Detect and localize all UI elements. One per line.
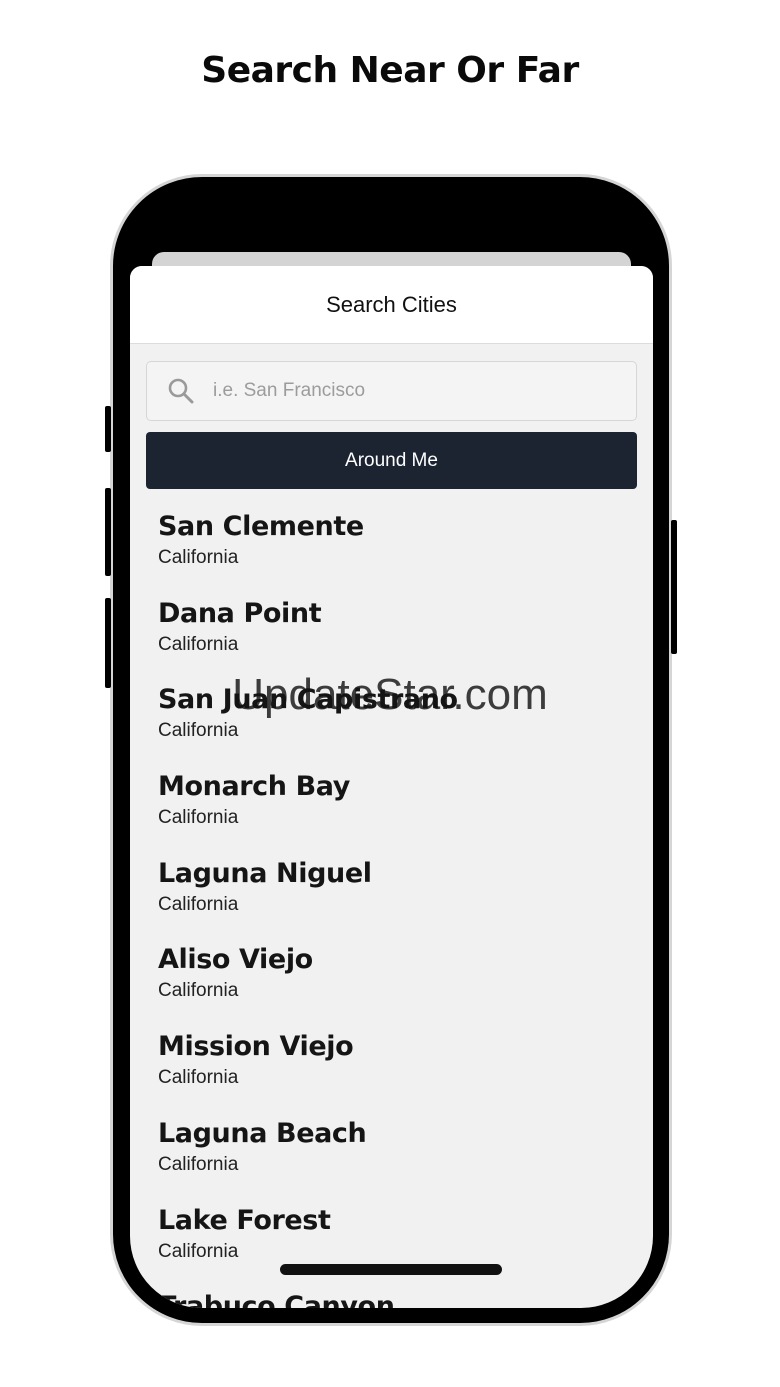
city-name: Laguna Beach bbox=[158, 1117, 367, 1149]
city-state: California bbox=[158, 720, 239, 742]
page-headline: Search Near Or Far bbox=[201, 50, 579, 91]
city-name: Monarch Bay bbox=[158, 771, 350, 803]
city-list-item[interactable]: Mission Viejo California bbox=[158, 1031, 628, 1118]
city-list: San Clemente California Dana Point Calif… bbox=[158, 511, 628, 1308]
city-name: Dana Point bbox=[158, 597, 322, 629]
city-state: California bbox=[158, 633, 239, 655]
city-state: California bbox=[158, 1240, 239, 1262]
phone-screen: Search Cities Around Me San Clemente Cal… bbox=[130, 196, 653, 1308]
search-icon bbox=[168, 378, 194, 404]
city-list-item[interactable]: Aliso Viejo California bbox=[158, 944, 628, 1031]
city-list-item[interactable]: Laguna Niguel California bbox=[158, 858, 628, 945]
city-state: California bbox=[158, 1153, 239, 1175]
city-list-item[interactable]: Dana Point California bbox=[158, 598, 628, 685]
city-list-item[interactable]: Trabuco Canyon bbox=[158, 1291, 628, 1308]
search-input[interactable] bbox=[213, 380, 593, 402]
city-state: California bbox=[158, 893, 239, 915]
city-state: California bbox=[158, 547, 239, 568]
search-sheet: Search Cities Around Me San Clemente Cal… bbox=[130, 266, 653, 1308]
city-name: San Clemente bbox=[158, 511, 364, 542]
volume-up-button bbox=[105, 488, 111, 576]
city-list-item[interactable]: San Juan Capistrano California bbox=[158, 684, 628, 771]
sheet-header: Search Cities bbox=[130, 266, 653, 344]
around-me-button[interactable]: Around Me bbox=[146, 432, 637, 489]
city-state: California bbox=[158, 980, 239, 1002]
city-name: San Juan Capistrano bbox=[158, 684, 458, 716]
city-state: California bbox=[158, 807, 239, 829]
city-name: Mission Viejo bbox=[158, 1031, 354, 1063]
home-indicator[interactable] bbox=[280, 1264, 502, 1275]
sheet-title: Search Cities bbox=[326, 291, 457, 317]
city-name: Trabuco Canyon bbox=[158, 1291, 395, 1308]
city-state: California bbox=[158, 1067, 239, 1089]
volume-down-button bbox=[105, 598, 111, 688]
search-field[interactable] bbox=[146, 361, 637, 421]
city-name: Aliso Viejo bbox=[158, 944, 313, 976]
city-list-item[interactable]: Lake Forest California bbox=[158, 1205, 628, 1292]
city-list-item[interactable]: Laguna Beach California bbox=[158, 1118, 628, 1205]
city-list-item[interactable]: San Clemente California bbox=[158, 511, 628, 598]
mute-switch bbox=[105, 406, 111, 452]
city-name: Laguna Niguel bbox=[158, 857, 372, 889]
city-name: Lake Forest bbox=[158, 1204, 331, 1236]
city-list-item[interactable]: Monarch Bay California bbox=[158, 771, 628, 858]
power-button bbox=[671, 520, 677, 654]
